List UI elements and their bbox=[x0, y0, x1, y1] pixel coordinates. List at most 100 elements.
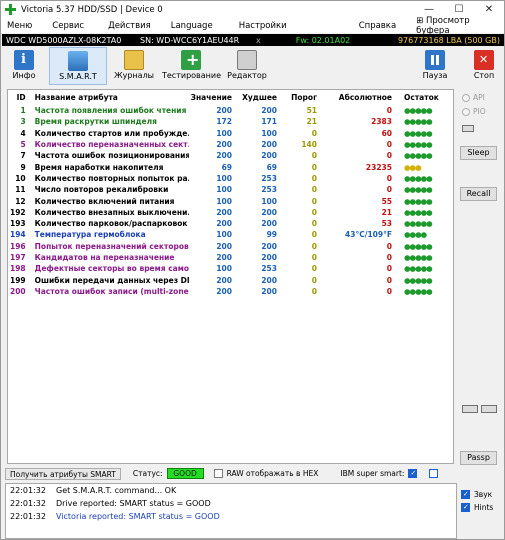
attr-worst-cell: 200 bbox=[261, 241, 277, 251]
log-panel[interactable]: 22:01:32 Get S.M.A.R.T. command... OK 22… bbox=[5, 483, 457, 539]
col-raw[interactable]: Абсолютное bbox=[319, 90, 394, 105]
table-row[interactable]: 192 Количество внезапных выключени... 200 2… bbox=[8, 207, 453, 218]
stop-label: Стоп bbox=[473, 71, 495, 80]
table-row[interactable]: 199 Ошибки передачи данных через DMA 200 20… bbox=[8, 274, 453, 285]
logs-tab[interactable]: Журналы bbox=[110, 47, 158, 85]
sound-checkbox[interactable] bbox=[461, 490, 470, 499]
attr-value-cell: 100 bbox=[216, 230, 232, 240]
attr-name-cell: Количество включений питания bbox=[34, 196, 175, 206]
table-header-row: ID Название атрибута Значение Худшее Пор… bbox=[8, 90, 453, 105]
col-name[interactable]: Название атрибута bbox=[33, 90, 189, 105]
attr-name-cell: Кандидатов на переназначение bbox=[34, 253, 175, 262]
attr-value-cell: 200 bbox=[216, 151, 232, 161]
log-message: Victoria reported: SMART status = GOOD bbox=[56, 512, 220, 521]
notepad-icon bbox=[237, 50, 257, 70]
table-row[interactable]: 10 Количество повторных попыток ра... 100 2… bbox=[8, 173, 453, 184]
menu-language[interactable]: Language bbox=[165, 21, 219, 31]
attr-raw-cell: 23235 bbox=[365, 162, 392, 172]
drive-model[interactable]: WDC WD5000AZLX-08K2TA0 bbox=[2, 36, 136, 45]
logs-tab-label: Журналы bbox=[114, 71, 154, 80]
attr-id-cell: 193 bbox=[10, 219, 26, 229]
attr-worst-cell: 200 bbox=[261, 151, 277, 161]
small-button-pair bbox=[462, 405, 497, 413]
col-rest[interactable]: Остаток bbox=[394, 90, 453, 105]
ibm-options-square[interactable] bbox=[429, 469, 439, 478]
col-value[interactable]: Значение bbox=[189, 90, 234, 105]
attr-threshold-cell: 140 bbox=[301, 140, 317, 150]
attr-raw-cell: 55 bbox=[381, 196, 392, 206]
stop-button[interactable]: Стоп bbox=[467, 47, 501, 85]
attr-threshold-cell: 0 bbox=[311, 230, 317, 240]
attr-id-cell: 3 bbox=[20, 117, 26, 127]
col-threshold[interactable]: Порог bbox=[279, 90, 319, 105]
attr-name-cell: Ошибки передачи данных через DMA bbox=[34, 275, 189, 285]
table-row[interactable]: 9 Время наработки накопителя 69 69 0 23235 ●●● bbox=[8, 161, 453, 172]
get-smart-attributes-button[interactable]: Получить атрибуты SMART bbox=[5, 467, 121, 480]
table-row[interactable]: 198 Дефектные секторы во время само... 100… bbox=[8, 263, 453, 274]
menu-view-buffer[interactable]: ⊞ Просмотр буфера bbox=[410, 16, 504, 36]
port-select-button[interactable] bbox=[462, 125, 474, 132]
raw-hex-checkbox[interactable] bbox=[213, 469, 223, 478]
drive-close-button[interactable]: x bbox=[252, 36, 272, 45]
app-window: Victoria 5.37 HDD/SSD | Device 0 — ☐ ✕ М… bbox=[0, 0, 505, 540]
info-tab[interactable]: Инфо bbox=[4, 47, 44, 85]
menu-main[interactable]: Меню bbox=[1, 21, 38, 31]
attr-value-cell: 200 bbox=[216, 275, 232, 285]
small-button-right[interactable] bbox=[481, 405, 497, 413]
editor-tab-label: Редактор bbox=[227, 71, 267, 80]
table-row[interactable]: 3 Время раскрутки шпинделя 172 171 21 2383 ●●●… bbox=[8, 116, 453, 127]
attr-raw-cell: 0 bbox=[386, 151, 392, 161]
menu-help[interactable]: Справка bbox=[353, 21, 402, 31]
passp-button[interactable]: Passp bbox=[460, 451, 497, 465]
menu-settings[interactable]: Настройки bbox=[233, 21, 293, 31]
pio-radio[interactable]: PIO bbox=[462, 107, 486, 116]
smart-tab[interactable]: S.M.A.R.T bbox=[49, 47, 107, 85]
api-radio[interactable]: API bbox=[462, 93, 485, 102]
test-tab-label: Тестирование bbox=[162, 71, 222, 80]
small-button-left[interactable] bbox=[462, 405, 478, 413]
attr-value-cell: 200 bbox=[216, 219, 232, 229]
col-id[interactable]: ID bbox=[8, 90, 33, 105]
table-row[interactable]: 4 Количество стартов или пробужде... 100 10… bbox=[8, 128, 453, 139]
attr-rest-cell: ●●●●● bbox=[404, 140, 433, 150]
menu-service[interactable]: Сервис bbox=[46, 21, 90, 31]
table-row[interactable]: 12 Количество включений питания 100 100 0 55 ●… bbox=[8, 195, 453, 206]
ibm-super-smart-checkbox[interactable] bbox=[408, 469, 418, 478]
table-row[interactable]: 11 Число повторов рекалибровки 100 253 0 0 ●●●… bbox=[8, 184, 453, 195]
table-row[interactable]: 1 Частота появления ошибок чтения 200 200 51… bbox=[8, 105, 453, 116]
attr-threshold-cell: 0 bbox=[311, 151, 317, 161]
table-row[interactable]: 194 Температура гермоблока 100 99 0 43°C/109°… bbox=[8, 229, 453, 240]
sound-option[interactable]: Звук bbox=[461, 488, 493, 501]
attr-threshold-cell: 0 bbox=[311, 162, 317, 172]
table-row[interactable]: 5 Количество переназначенных сект... 200 20… bbox=[8, 139, 453, 150]
table-row[interactable]: 196 Попыток переназначений секторов 200 200… bbox=[8, 241, 453, 252]
attr-threshold-cell: 51 bbox=[306, 106, 317, 116]
attr-name-cell: Время раскрутки шпинделя bbox=[34, 117, 157, 127]
attr-id-cell: 194 bbox=[10, 230, 26, 240]
table-row[interactable]: 7 Частота ошибок позиционирования 200 200 0 0… bbox=[8, 150, 453, 161]
col-worst[interactable]: Худшее bbox=[234, 90, 279, 105]
menu-actions[interactable]: Действия bbox=[102, 21, 157, 31]
table-row[interactable]: 193 Количество парковок/распарковок 200 200… bbox=[8, 218, 453, 229]
hints-option[interactable]: Hints bbox=[461, 501, 493, 514]
table-row[interactable]: 200 Частота ошибок записи (multi-zone ...… bbox=[8, 286, 453, 297]
attr-threshold-cell: 0 bbox=[311, 286, 317, 296]
attr-raw-cell: 0 bbox=[386, 185, 392, 195]
recall-button[interactable]: Recall bbox=[460, 187, 497, 201]
attr-value-cell: 100 bbox=[216, 196, 232, 206]
attr-id-cell: 198 bbox=[10, 264, 26, 274]
sleep-button[interactable]: Sleep bbox=[460, 146, 497, 160]
attr-worst-cell: 200 bbox=[261, 286, 277, 296]
pause-button[interactable]: Пауза bbox=[418, 47, 452, 85]
attr-rest-cell: ●●●●● bbox=[404, 207, 433, 217]
test-tab[interactable]: Тестирование bbox=[162, 47, 222, 85]
hints-checkbox[interactable] bbox=[461, 503, 470, 512]
attr-raw-cell: 0 bbox=[386, 253, 392, 262]
table-row[interactable]: 197 Кандидатов на переназначение 200 200 0 0 ●… bbox=[8, 252, 453, 263]
attr-rest-cell: ●●●●● bbox=[404, 219, 433, 229]
editor-tab[interactable]: Редактор bbox=[224, 47, 270, 85]
smart-table-panel[interactable]: ID Название атрибута Значение Худшее Пор… bbox=[7, 89, 454, 464]
attr-id-cell: 12 bbox=[15, 196, 26, 206]
attr-value-cell: 172 bbox=[216, 117, 232, 127]
status-badge: GOOD bbox=[166, 468, 204, 479]
